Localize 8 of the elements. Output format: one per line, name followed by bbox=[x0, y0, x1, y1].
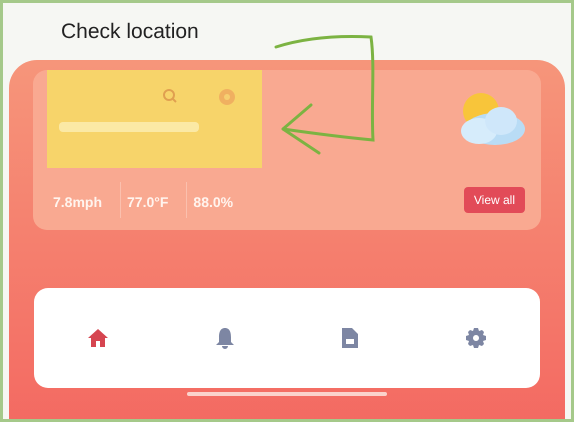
stat-value: 77.0°F bbox=[127, 194, 168, 210]
stat-value: 7.8mph bbox=[53, 194, 102, 210]
annotation-text: Check location bbox=[61, 20, 199, 44]
home-icon[interactable] bbox=[87, 327, 109, 349]
view-all-button[interactable]: View all bbox=[464, 187, 525, 213]
stat-value: 88.0% bbox=[193, 194, 234, 210]
bell-icon[interactable] bbox=[215, 327, 235, 349]
document-icon[interactable] bbox=[341, 327, 359, 349]
